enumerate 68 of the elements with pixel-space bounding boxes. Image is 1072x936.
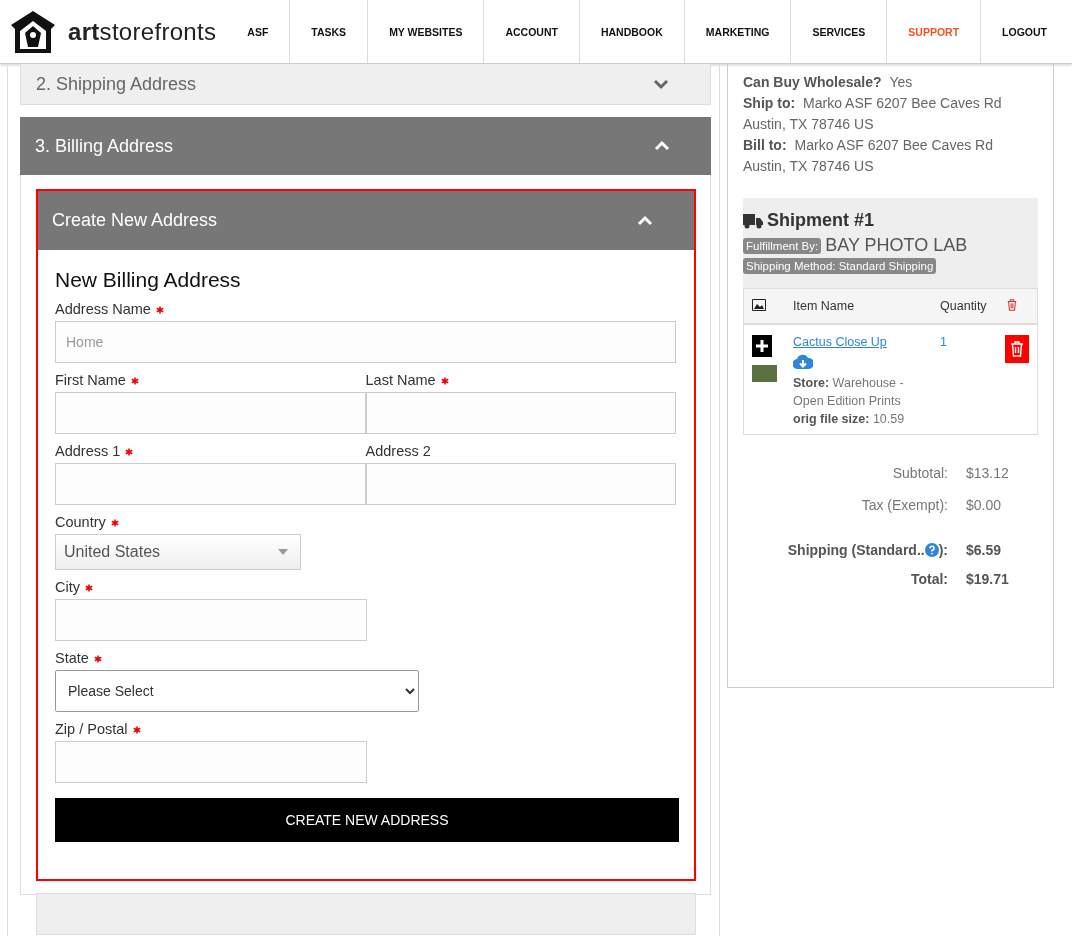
column-header: Quantity: [932, 288, 997, 324]
total-label: Tax (Exempt):: [860, 497, 949, 515]
field-label: State: [55, 649, 367, 667]
field-label: Country: [55, 513, 367, 531]
field-label: Last Name: [365, 371, 676, 389]
total-label: Total:: [909, 571, 949, 589]
total-value: $19.71: [966, 571, 1010, 589]
create-address-header[interactable]: Create New Address: [38, 191, 694, 250]
nav-item[interactable]: MARKETING: [683, 0, 791, 63]
field-label: City: [55, 578, 367, 596]
text-field[interactable]: [55, 599, 367, 641]
total-value: $13.12: [966, 465, 1010, 483]
item-quantity: 1: [932, 324, 997, 435]
item-store: Store: Warehouse - Open Edition Prints: [793, 375, 905, 410]
text-field[interactable]: [55, 741, 367, 783]
photo-placeholder: [752, 365, 777, 382]
image-icon: [752, 298, 766, 311]
total-value: $0.00: [966, 497, 1003, 515]
state-select[interactable]: Please Select: [55, 670, 419, 712]
nav-item[interactable]: ACCOUNT: [483, 0, 579, 63]
form-heading: New Billing Address: [55, 268, 242, 292]
nav-item[interactable]: TASKS: [289, 0, 368, 63]
plus-icon[interactable]: [752, 335, 772, 357]
collapsed-panel[interactable]: [36, 893, 696, 935]
column-header: Item Name: [785, 288, 933, 324]
field-label: Zip / Postal: [55, 720, 367, 738]
delete-button[interactable]: [1005, 335, 1029, 363]
help-icon[interactable]: [924, 543, 939, 557]
text-field[interactable]: Home: [55, 321, 676, 363]
trash-icon: [1005, 298, 1019, 311]
billing-address-header[interactable]: 3. Billing Address: [20, 117, 711, 175]
create-address-button[interactable]: CREATE NEW ADDRESS: [55, 798, 679, 842]
item-file-size: orig file size: 10.59: [793, 411, 906, 428]
nav-item[interactable]: HANDBOOK: [578, 0, 684, 63]
field-label: Address Name: [55, 300, 676, 318]
truck-icon: [743, 212, 763, 229]
text-field[interactable]: [55, 463, 366, 505]
total-label: Subtotal:: [891, 465, 949, 483]
shipping-method-label: Shipping Method: Standard Shipping: [743, 258, 937, 274]
fulfillment-label: Fulfillment By:: [743, 237, 822, 254]
item-link[interactable]: Cactus Close Up: [793, 335, 887, 349]
order-detail: Can Buy Wholesale? Yes: [743, 73, 914, 92]
panel-title: Create New Address: [52, 210, 218, 231]
nav-item[interactable]: ASF: [226, 0, 290, 63]
cloud-download-icon[interactable]: [793, 354, 813, 370]
total-label-end: ):: [938, 542, 948, 558]
nav-item[interactable]: MY WEBSITES: [367, 0, 484, 63]
field-label: First Name: [55, 371, 366, 389]
text-field[interactable]: [365, 392, 676, 434]
field-label: Address 1: [55, 442, 366, 460]
caret-icon: [278, 549, 288, 555]
total-value: $6.59: [966, 541, 1003, 560]
country-dropdown[interactable]: United States: [55, 534, 301, 570]
nav-item[interactable]: LOGOUT: [980, 0, 1068, 63]
panel-title: 3. Billing Address: [35, 135, 174, 157]
order-detail: Bill to: Marko ASF 6207 Bee Caves Rd Austin, TX 78746 US: [743, 136, 994, 176]
nav-item[interactable]: SERVICES: [790, 0, 887, 63]
order-detail: Ship to: Marko ASF 6207 Bee Caves Rd Austin, TX 78746 US: [743, 94, 1003, 134]
text-field[interactable]: [365, 463, 676, 505]
trash-icon: [1010, 341, 1024, 357]
logo-text: artstorefronts: [68, 17, 217, 46]
text-field[interactable]: [55, 392, 366, 434]
panel-title: 2. Shipping Address: [36, 73, 197, 95]
shipment-title: Shipment #1: [767, 210, 875, 231]
field-label: Address 2: [365, 442, 432, 460]
fulfillment-value: BAY PHOTO LAB: [825, 235, 968, 256]
shipping-address-panel[interactable]: 2. Shipping Address: [20, 64, 711, 105]
total-label: Shipping (Standard..: [787, 542, 925, 558]
